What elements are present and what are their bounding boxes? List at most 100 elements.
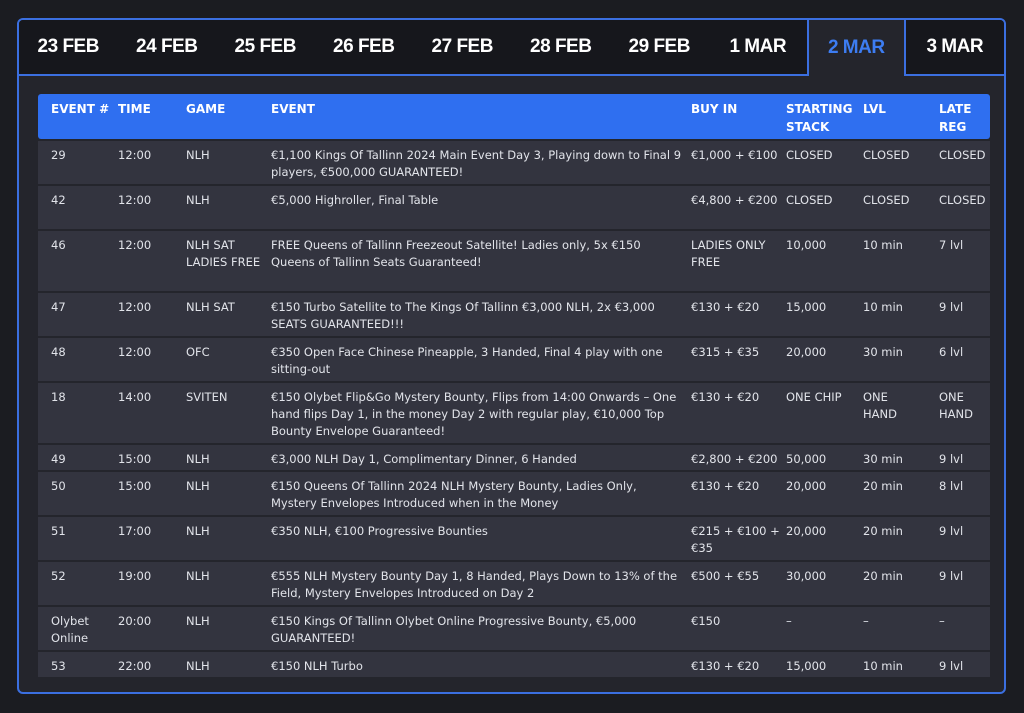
cell-event-num: 51 [51,524,66,538]
tab-date[interactable]: 1 MAR [709,20,808,74]
date-tabs: 23 FEB 24 FEB 25 FEB 26 FEB 27 FEB 28 FEB 29 F… [19,20,1004,76]
cell-event-num: 29 [51,148,66,162]
cell-event-num: 48 [51,345,66,359]
table-row: 49 15:00 NLH €3,000 NLH Day 1, Complimentar… [38,445,990,470]
cell-buy-in: €315 + €35 [691,345,760,359]
cell-lvl: 10 min [863,300,903,314]
cell-event: €350 NLH, €100 Progressive Bounties [271,524,488,538]
cell-time: 19:00 [118,569,152,583]
header-event-num: EVENT # [51,102,110,116]
cell-time: 15:00 [118,479,152,493]
header-late-reg: LATE REG [939,102,972,134]
cell-time: 17:00 [118,524,152,538]
cell-event-num: 53 [51,659,66,673]
table-row: Olybet Online 20:00 NLH €150 Kings Of Talli… [38,607,990,650]
cell-late-reg: CLOSED [939,193,986,207]
tab-date[interactable]: 24 FEB [118,20,217,74]
cell-starting-stack: 10,000 [786,238,827,252]
cell-lvl: ONE HAND [863,390,897,421]
header-lvl: LVL [863,102,886,116]
cell-game: NLH [186,148,210,162]
cell-event-num: 52 [51,569,66,583]
cell-time: 22:00 [118,659,152,673]
header-event: EVENT [271,102,315,116]
cell-late-reg: CLOSED [939,148,986,162]
cell-lvl: – [863,614,869,628]
cell-game: NLH [186,479,210,493]
tab-date[interactable]: 3 MAR [906,20,1005,74]
cell-event: €150 Kings Of Tallinn Olybet Online Prog… [271,614,637,645]
table-header: EVENT # TIME GAME EVENT BUY IN STARTING … [38,94,990,139]
table-row: 46 12:00 NLH SAT LADIES FREE FREE Queens of… [38,231,990,291]
cell-game: OFC [186,345,210,359]
cell-event: €150 Turbo Satellite to The Kings Of Tal… [271,300,655,331]
table-row: 52 19:00 NLH €555 NLH Mystery Bounty Day 1,… [38,562,990,605]
cell-buy-in: €130 + €20 [691,390,760,404]
cell-time: 12:00 [118,300,152,314]
cell-late-reg: – [939,614,945,628]
tab-date[interactable]: 23 FEB [19,20,118,74]
cell-event-num: 42 [51,193,66,207]
cell-event-num: 47 [51,300,66,314]
tab-date[interactable]: 26 FEB [315,20,414,74]
cell-time: 20:00 [118,614,152,628]
header-time: TIME [118,102,151,116]
table-row: 42 12:00 NLH €5,000 Highroller, Final Table… [38,186,990,229]
cell-event: €150 NLH Turbo [271,659,363,673]
cell-starting-stack: 50,000 [786,452,827,466]
cell-event-num: 46 [51,238,66,252]
cell-starting-stack: CLOSED [786,148,833,162]
cell-late-reg: 7 lvl [939,238,964,252]
cell-buy-in: €2,800 + €200 [691,452,778,466]
cell-starting-stack: 30,000 [786,569,827,583]
cell-time: 12:00 [118,238,152,252]
cell-starting-stack: 15,000 [786,659,827,673]
cell-game: SVITEN [186,390,228,404]
cell-late-reg: 9 lvl [939,659,964,673]
cell-lvl: 20 min [863,524,903,538]
cell-starting-stack: 15,000 [786,300,827,314]
cell-starting-stack: 20,000 [786,345,827,359]
cell-buy-in: €215 + €100 + €35 [691,524,780,555]
table-row: 47 12:00 NLH SAT €150 Turbo Satellite to Th… [38,293,990,336]
tab-date[interactable]: 27 FEB [413,20,512,74]
cell-buy-in: €4,800 + €200 [691,193,778,207]
cell-buy-in: €130 + €20 [691,479,760,493]
cell-starting-stack: – [786,614,792,628]
cell-lvl: 10 min [863,659,903,673]
cell-event: €5,000 Highroller, Final Table [271,193,439,207]
cell-event-num: 18 [51,390,66,404]
cell-game: NLH [186,659,210,673]
cell-event: €150 Queens Of Tallinn 2024 NLH Mystery … [271,479,637,510]
table-row: 53 22:00 NLH €150 NLH Turbo €130 + €20 15,000… [38,652,990,677]
cell-game: NLH [186,524,210,538]
cell-event-num: 49 [51,452,66,466]
cell-starting-stack: 20,000 [786,524,827,538]
cell-time: 15:00 [118,452,152,466]
cell-lvl: CLOSED [863,193,910,207]
tab-date[interactable]: 2 MAR [807,20,906,76]
cell-event: €555 NLH Mystery Bounty Day 1, 8 Handed,… [271,569,678,600]
table-row: 18 14:00 SVITEN €150 Olybet Flip&Go Mystery… [38,383,990,443]
table-row: 48 12:00 OFC €350 Open Face Chinese Pineapp… [38,338,990,381]
tab-date[interactable]: 29 FEB [610,20,709,74]
header-game: GAME [186,102,226,116]
cell-game: NLH SAT LADIES FREE [186,238,261,269]
cell-buy-in: €130 + €20 [691,659,760,673]
cell-buy-in: €1,000 + €100 [691,148,778,162]
tab-date[interactable]: 25 FEB [216,20,315,74]
cell-late-reg: 9 lvl [939,452,964,466]
cell-game: NLH [186,452,210,466]
cell-starting-stack: 20,000 [786,479,827,493]
cell-time: 12:00 [118,148,152,162]
cell-event: €1,100 Kings Of Tallinn 2024 Main Event … [271,148,682,179]
table-row: 29 12:00 NLH €1,100 Kings Of Tallinn 2024 M… [38,141,990,184]
cell-lvl: CLOSED [863,148,910,162]
cell-starting-stack: ONE CHIP [786,390,842,404]
table-body: 29 12:00 NLH €1,100 Kings Of Tallinn 2024 M… [38,141,990,677]
cell-late-reg: 6 lvl [939,345,964,359]
cell-buy-in: €500 + €55 [691,569,760,583]
cell-time: 12:00 [118,193,152,207]
table-row: 51 17:00 NLH €350 NLH, €100 Progressive Bou… [38,517,990,560]
tab-date[interactable]: 28 FEB [512,20,611,74]
